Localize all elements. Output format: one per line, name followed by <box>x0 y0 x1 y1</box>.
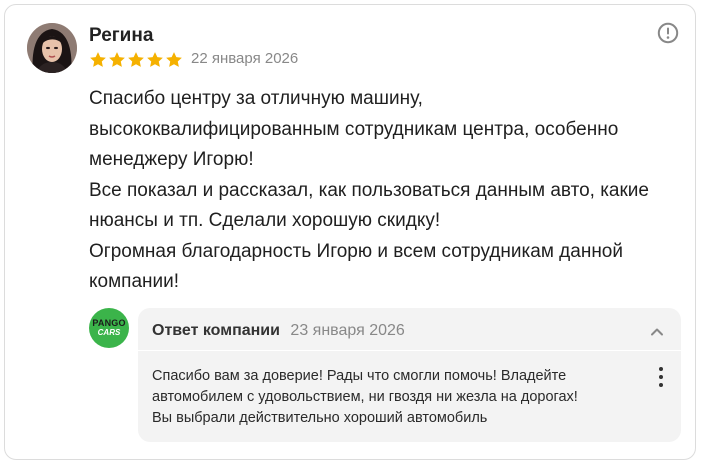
chevron-up-icon[interactable] <box>649 324 665 340</box>
company-logo-text: PANGO <box>92 318 126 328</box>
review-text-line: высококвалифицированным сотрудникам цент… <box>89 118 619 140</box>
avatar[interactable] <box>27 23 77 73</box>
company-reply-text: Спасибо вам за доверие! Рады что смогли … <box>152 366 642 429</box>
review-text-line: компании! <box>89 271 180 292</box>
author-name[interactable]: Регина <box>89 25 153 47</box>
star-icon <box>109 52 125 67</box>
review-text-line: нюансы и тп. Сделали хорошую скидку! <box>89 210 441 231</box>
star-icon <box>147 52 163 67</box>
info-circle-icon[interactable] <box>657 22 679 44</box>
company-reply-text-line: Спасибо вам за доверие! Рады что смогли … <box>152 368 567 384</box>
star-rating <box>89 51 183 69</box>
star-icon <box>90 52 106 67</box>
star-icon <box>128 52 144 67</box>
review-date: 22 января 2026 <box>191 50 299 67</box>
company-logo[interactable]: PANGO CARS <box>89 308 129 348</box>
review-text-line: Спасибо центру за отличную машину, <box>89 88 423 109</box>
review-text-line: менеджеру Игорю! <box>89 149 254 170</box>
more-vertical-icon[interactable] <box>657 366 665 388</box>
avatar-photo <box>27 23 77 73</box>
review-text: Спасибо центру за отличную машину, высок… <box>89 84 679 298</box>
star-icon <box>166 52 182 67</box>
company-reply-label: Ответ компании <box>152 322 280 339</box>
review-text-line: Огромная благодарность Игорю и всем сотр… <box>89 240 623 262</box>
company-reply-text-line: автомобилем с удовольствием, ни гвоздя н… <box>152 389 578 405</box>
divider <box>138 350 681 351</box>
review-text-line: Все показал и рассказал, как пользоватьс… <box>89 179 649 201</box>
company-reply-header: Ответ компании 23 января 2026 <box>152 322 405 340</box>
company-reply: Ответ компании 23 января 2026 Спасибо ва… <box>138 308 681 442</box>
company-reply-date: 23 января 2026 <box>290 322 405 339</box>
company-reply-text-line: Вы выбрали действительно хороший автомоб… <box>152 410 488 426</box>
review-card: Регина 22 января 2026 Спасибо центру за … <box>4 4 696 460</box>
company-logo-subtext: CARS <box>97 328 121 337</box>
